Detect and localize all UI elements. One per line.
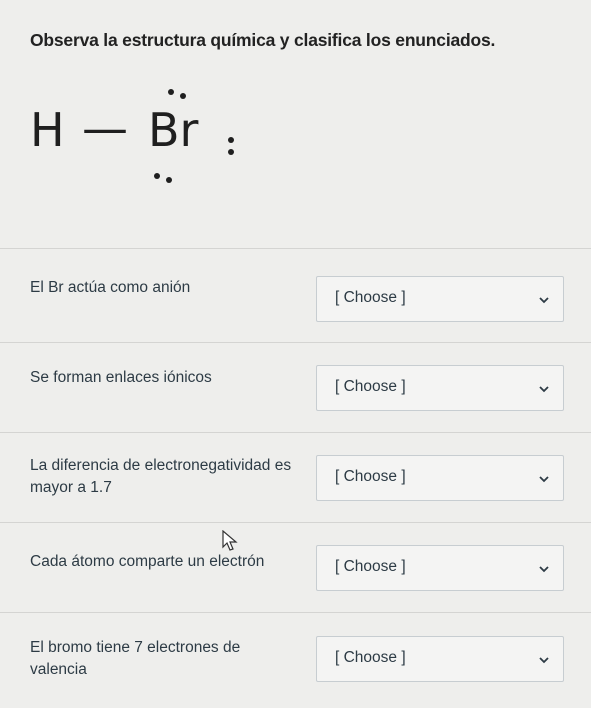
statement-text: Se forman enlaces iónicos bbox=[30, 369, 212, 386]
select-value: [ Choose ] bbox=[335, 468, 406, 485]
select-value: [ Choose ] bbox=[335, 649, 406, 666]
divider bbox=[0, 612, 591, 613]
question-title: Observa la estructura química y clasific… bbox=[30, 30, 496, 50]
chevron-down-icon bbox=[539, 386, 549, 393]
answer-select[interactable]: [ Choose ] bbox=[316, 545, 564, 591]
bromine-symbol: Br bbox=[148, 103, 199, 157]
chevron-down-icon bbox=[539, 297, 549, 304]
select-value: [ Choose ] bbox=[335, 558, 406, 575]
divider bbox=[0, 342, 591, 343]
statement-text: La diferencia de electronegatividad es m… bbox=[30, 457, 292, 496]
select-value: [ Choose ] bbox=[335, 378, 406, 395]
chevron-down-icon bbox=[539, 657, 549, 664]
electron-dot bbox=[228, 149, 234, 155]
electron-dot bbox=[154, 173, 160, 179]
bond-line: — bbox=[82, 101, 128, 155]
answer-select[interactable]: [ Choose ] bbox=[316, 276, 564, 322]
answer-select[interactable]: [ Choose ] bbox=[316, 636, 564, 682]
electron-dot bbox=[166, 177, 172, 183]
electron-dot bbox=[180, 93, 186, 99]
statement-text: El Br actúa como anión bbox=[30, 279, 191, 296]
lewis-structure-hbr: H — Br bbox=[30, 89, 270, 195]
electron-dot bbox=[228, 137, 234, 143]
statement-text: El bromo tiene 7 electrones de valencia bbox=[30, 639, 241, 678]
answer-select[interactable]: [ Choose ] bbox=[316, 455, 564, 501]
hydrogen-symbol: H bbox=[30, 103, 65, 157]
electron-dot bbox=[168, 89, 174, 95]
divider bbox=[0, 432, 591, 433]
chevron-down-icon bbox=[539, 476, 549, 483]
divider bbox=[0, 248, 591, 249]
divider bbox=[0, 522, 591, 523]
select-value: [ Choose ] bbox=[335, 289, 406, 306]
answer-select[interactable]: [ Choose ] bbox=[316, 365, 564, 411]
statement-text: Cada átomo comparte un electrón bbox=[30, 553, 265, 570]
mouse-cursor-icon bbox=[222, 530, 238, 551]
chevron-down-icon bbox=[539, 566, 549, 573]
